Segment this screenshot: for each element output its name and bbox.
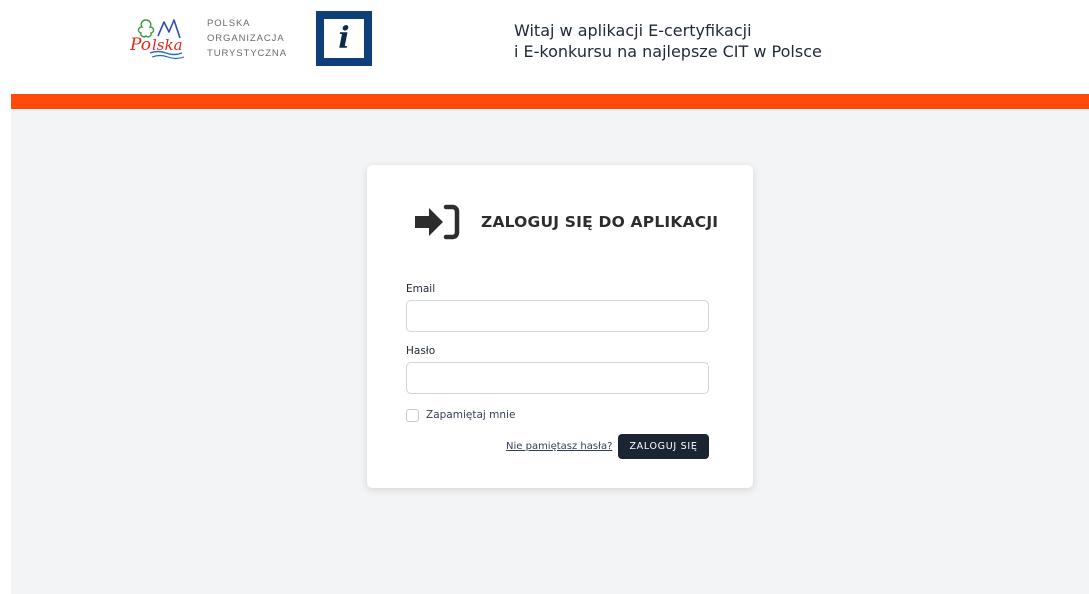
password-input[interactable] <box>406 362 709 394</box>
login-title: ZALOGUJ SIĘ DO APLIKACJI <box>481 213 719 231</box>
tourist-information-logo: i <box>316 11 372 66</box>
org-name-line: POLSKA <box>207 18 251 29</box>
polska-organizacja-turystyczna-logo: Po lska POLSKA ORGANIZACJA TURYSTYCZNA <box>128 16 288 60</box>
svg-text:Po: Po <box>129 35 151 55</box>
organization-name: POLSKA ORGANIZACJA TURYSTYCZNA <box>207 16 287 61</box>
polska-logo-icon: Po lska <box>129 19 185 60</box>
info-logo-inner: i <box>324 19 364 58</box>
login-card: ZALOGUJ SIĘ DO APLIKACJI Email Hasło Zap… <box>367 165 753 488</box>
info-icon: i <box>338 21 350 56</box>
org-name-line: TURYSTYCZNA <box>207 48 287 59</box>
sign-in-icon <box>415 204 460 240</box>
remember-me-label: Zapamiętaj mnie <box>426 409 516 421</box>
welcome-line: i E-konkursu na najlepsze CIT w Polsce <box>514 42 822 61</box>
remember-me[interactable]: Zapamiętaj mnie <box>406 408 515 422</box>
login-button[interactable]: ZALOGUJ SIĘ <box>618 434 709 459</box>
welcome-line: Witaj w aplikacji E-certyfikacji <box>514 21 752 40</box>
forgot-password-link[interactable]: Nie pamiętasz hasła? <box>506 441 612 452</box>
remember-me-checkbox[interactable] <box>406 408 419 422</box>
email-input[interactable] <box>406 300 709 332</box>
email-label: Email <box>406 283 436 295</box>
accent-bar <box>11 94 1089 109</box>
org-name-line: ORGANIZACJA <box>207 33 285 44</box>
password-label: Hasło <box>406 345 436 357</box>
welcome-heading: Witaj w aplikacji E-certyfikacji i E-kon… <box>514 20 934 62</box>
site-header: Po lska POLSKA ORGANIZACJA TURYSTYCZNA i… <box>0 0 1089 94</box>
